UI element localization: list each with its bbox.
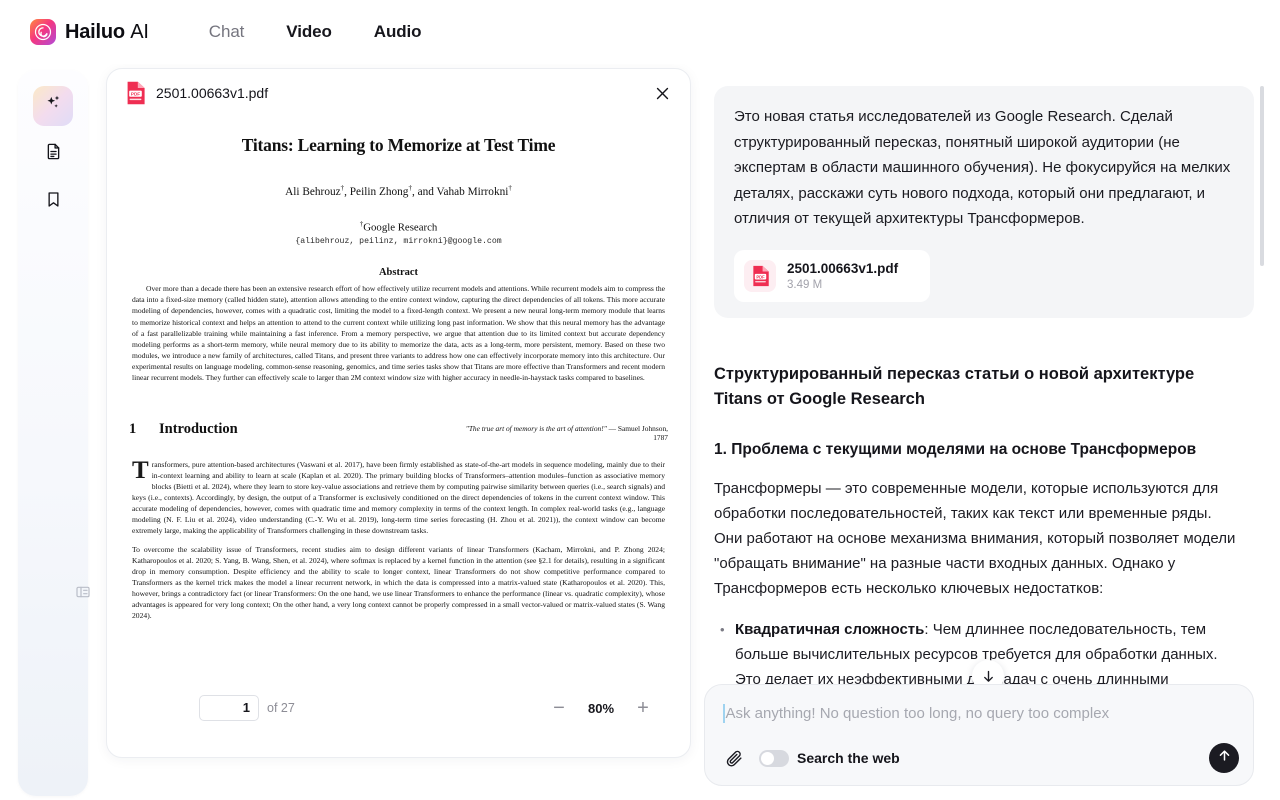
attachment-card[interactable]: PDF 2501.00663v1.pdf 3.49 M <box>734 249 930 302</box>
document-icon <box>44 142 63 166</box>
svg-text:PDF: PDF <box>756 274 765 279</box>
answer-heading: Структурированный пересказ статьи о ново… <box>714 364 1195 408</box>
send-button[interactable] <box>1209 743 1239 773</box>
composer-toolbar: Search the web <box>723 743 1239 773</box>
composer-input-row[interactable]: Ask anything! No question too long, no q… <box>723 701 1239 725</box>
search-the-web-toggle[interactable] <box>759 749 789 767</box>
abstract-heading: Abstract <box>378 267 419 279</box>
sidebar-item-documents[interactable] <box>33 134 73 174</box>
page-number-input[interactable]: 1 <box>199 695 259 721</box>
nav-link-chat[interactable]: Chat <box>209 22 245 42</box>
nav-link-video[interactable]: Video <box>286 22 332 42</box>
toggle-knob <box>761 751 774 765</box>
search-the-web-label: Search the web <box>797 750 900 766</box>
attachment-file-name: 2501.00663v1.pdf <box>787 261 899 276</box>
section-heading-row: 1 Introduction "The true art of memory i… <box>129 421 668 442</box>
intro-paragraph-2: To overcome the scalability issue of Tra… <box>132 544 665 621</box>
zoom-out-button[interactable]: − <box>550 698 568 718</box>
brand-logo-group[interactable]: Hailuo AI <box>30 19 149 45</box>
send-arrow-up-icon <box>1217 748 1232 768</box>
collapse-panel-icon[interactable] <box>72 581 94 603</box>
introduction-body: Transformers, pure attention-based archi… <box>129 456 668 622</box>
chat-message-list: Это новая статья исследователей из Googl… <box>700 76 1254 708</box>
svg-text:PDF: PDF <box>131 92 140 97</box>
answer-subheading: 1. Проблема с текущими моделями на основ… <box>714 440 1197 458</box>
left-sidebar-rail <box>18 70 90 796</box>
close-icon[interactable] <box>650 81 674 105</box>
main-stage: PDF 2501.00663v1.pdf Titans: Learning to… <box>0 64 1280 800</box>
epigraph-text: "The true art of memory is the art of at… <box>465 423 607 433</box>
pdf-document-page[interactable]: Titans: Learning to Memorize at Test Tim… <box>107 117 690 757</box>
bullet-term: Квадратичная сложность <box>735 620 925 638</box>
epigraph: "The true art of memory is the art of at… <box>456 421 668 442</box>
pdf-file-icon: PDF <box>125 81 146 105</box>
section-title: Introduction <box>159 420 238 437</box>
paperclip-icon[interactable] <box>723 747 745 769</box>
pdf-page-toolbar: 1 of 27 − 80% + <box>199 695 652 721</box>
attachment-file-size: 3.49 M <box>787 279 823 291</box>
brand-name: Hailuo AI <box>65 20 149 43</box>
zoom-level-label: 80% <box>587 700 615 716</box>
message-composer: Ask anything! No question too long, no q… <box>704 684 1254 786</box>
chat-scrollbar-thumb[interactable] <box>1260 86 1264 266</box>
zoom-in-button[interactable]: + <box>634 698 652 718</box>
assistant-answer: Структурированный пересказ статьи о ново… <box>714 362 1240 709</box>
paper-authors: Ali Behrouz†, Peilin Zhong†, and Vahab M… <box>285 184 512 198</box>
primary-nav-links: Chat Video Audio <box>209 22 422 42</box>
abstract-paragraph: Over more than a decade there has been a… <box>132 284 665 382</box>
answer-paragraph: Трансформеры — это современные модели, к… <box>714 479 1236 597</box>
hailuo-spiral-logo-icon <box>30 19 56 45</box>
attachment-meta: 2501.00663v1.pdf 3.49 M <box>787 260 898 291</box>
bookmark-icon <box>44 190 63 214</box>
chat-column: Это новая статья исследователей из Googl… <box>700 64 1264 800</box>
paper-emails: {alibehrouz, peilinz, mirrokni}@google.c… <box>295 237 502 247</box>
drop-cap: T <box>132 456 149 484</box>
paper-affiliation: †Google Research <box>359 219 438 234</box>
search-input-placeholder: Ask anything! No question too long, no q… <box>725 704 1110 722</box>
zoom-controls: − 80% + <box>550 698 652 718</box>
user-message-bubble: Это новая статья исследователей из Googl… <box>714 86 1254 318</box>
sidebar-item-assistant[interactable] <box>33 86 73 126</box>
abstract-body: Over more than a decade there has been a… <box>129 283 668 382</box>
pdf-file-name: 2501.00663v1.pdf <box>156 85 269 101</box>
pdf-viewer-panel: PDF 2501.00663v1.pdf Titans: Learning to… <box>106 68 691 758</box>
user-message-text: Это новая статья исследователей из Googl… <box>734 108 1231 227</box>
intro-paragraph-1-text: ransformers, pure attention-based archit… <box>132 459 665 536</box>
pdf-viewer-header: PDF 2501.00663v1.pdf <box>107 69 690 117</box>
epigraph-attribution: — Samuel Johnson, 1787 <box>608 423 668 442</box>
sidebar-item-bookmarks[interactable] <box>33 182 73 222</box>
text-caret <box>723 703 725 723</box>
paper-title: Titans: Learning to Memorize at Test Tim… <box>241 135 556 155</box>
section-number: 1 <box>129 420 137 437</box>
nav-link-audio[interactable]: Audio <box>374 22 422 42</box>
top-navigation-bar: Hailuo AI Chat Video Audio <box>0 0 1280 64</box>
page-count-label: of 27 <box>267 701 295 715</box>
pdf-file-icon: PDF <box>744 259 776 292</box>
intro-paragraph-1: Transformers, pure attention-based archi… <box>132 456 665 537</box>
sparkle-icon <box>44 94 63 118</box>
